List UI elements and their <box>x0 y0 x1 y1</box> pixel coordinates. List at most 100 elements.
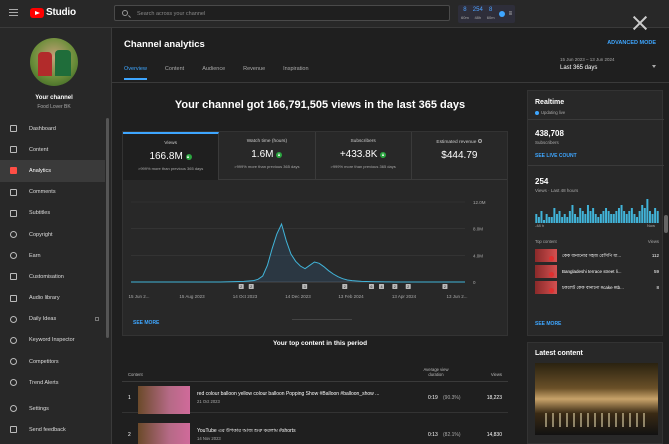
video-marker-label: 2 <box>250 285 252 289</box>
realtime-bar <box>612 214 615 223</box>
see-more-link[interactable]: SEE MORE <box>133 320 159 326</box>
views-chart-svg: 0 4.0M 8.0M 12.0M 2 2 3 2 6 4 2 2 2 15 Jun 2... 15 Aug… <box>128 200 486 299</box>
sidebar-item-competitors[interactable]: Competitors <box>0 351 105 372</box>
stat-live: 8 60m <box>486 7 495 20</box>
realtime-bar <box>561 217 564 223</box>
sidebar-item-subtitles[interactable]: Subtitles <box>0 203 105 224</box>
video-marker-label: 2 <box>407 285 409 289</box>
x-tick-label: 13 Apr 2024 <box>392 294 417 299</box>
comments-icon <box>10 188 17 196</box>
date-range-text: 15 Jun 2023 – 13 Jun 2024 <box>560 57 615 62</box>
extension-icon[interactable] <box>498 11 505 17</box>
video-marker-label: 4 <box>380 285 382 289</box>
realtime-bar <box>571 205 574 223</box>
tab-inspiration[interactable]: Inspiration <box>283 66 308 80</box>
sidebar-item-customisation[interactable]: Customisation <box>0 266 105 287</box>
list-item[interactable]: কেক বানানোর সহজ রেসিপি যা... 112 <box>535 249 659 263</box>
app-title: Studio <box>46 7 76 18</box>
youtube-logo-icon[interactable] <box>30 8 44 18</box>
sidebar-item-keyword-inspector[interactable]: Keyword Inspector <box>0 330 105 351</box>
latest-video-thumbnail[interactable] <box>535 363 658 435</box>
video-title[interactable]: YouTube এর উপকার আজ শুরু করলাম #shorts <box>197 428 407 436</box>
search-icon <box>122 10 128 16</box>
axis-end-label: Now <box>646 223 655 228</box>
sidebar-item-dashboard[interactable]: Dashboard <box>0 118 105 139</box>
sidebar-item-comments[interactable]: Comments <box>0 182 105 203</box>
search-box[interactable] <box>114 5 450 21</box>
sidebar-nav: Dashboard Content Analytics Comments Sub… <box>0 118 105 393</box>
video-thumbnail[interactable] <box>138 386 190 414</box>
metric-watch-time[interactable]: Watch time (hours) 1.6M >999% more than … <box>219 132 316 180</box>
trend-alerts-icon <box>10 379 17 387</box>
video-marker-label: 6 <box>370 285 372 289</box>
video-date: 21 Oct 2023 <box>197 399 220 404</box>
sidebar-item-feedback[interactable]: Send feedback <box>0 419 105 440</box>
tab-revenue[interactable]: Revenue <box>243 66 265 80</box>
views-chart[interactable]: 0 4.0M 8.0M 12.0M 2 2 3 2 6 4 2 2 2 15 Jun 2... 15 Aug… <box>123 180 509 310</box>
dashboard-icon <box>10 125 17 133</box>
sidebar-bottom: Settings Send feedback <box>0 398 105 440</box>
live-dot-icon <box>535 110 539 115</box>
metric-views[interactable]: Views 166.8M >999% more than previous 36… <box>123 132 220 180</box>
x-tick-label: 14 Dec 2023 <box>285 294 311 299</box>
channel-stats-widget[interactable]: 8 60m 254 48h 8 60m ≡ <box>458 5 516 23</box>
realtime-bar <box>597 217 600 223</box>
realtime-bar <box>592 208 595 223</box>
latest-content-panel: Latest content <box>527 342 663 444</box>
y-tick-label: 12.0M <box>473 200 486 205</box>
sidebar-item-audio-library[interactable]: Audio library <box>0 288 105 309</box>
video-thumbnail[interactable] <box>138 423 190 444</box>
realtime-subscribers: 438,708 <box>535 129 564 138</box>
realtime-bar <box>553 208 556 223</box>
realtime-bar <box>602 211 605 223</box>
realtime-bar <box>535 214 538 223</box>
sidebar-item-content[interactable]: Content <box>0 139 105 160</box>
list-item[interactable]: Bangladeshi terrace street li... 59 <box>535 265 659 279</box>
table-row[interactable]: 2 YouTube এর উপকার আজ শুরু করলাম #shorts… <box>122 420 508 444</box>
sidebar-item-copyright[interactable]: Copyright <box>0 224 105 245</box>
video-title[interactable]: red colour balloon yellow colour balloon… <box>197 391 407 397</box>
sidebar-scrollbar[interactable] <box>106 118 109 338</box>
arrow-up-icon <box>276 151 283 158</box>
tab-audience[interactable]: Audience <box>202 66 225 80</box>
tab-overview[interactable]: Overview <box>124 66 147 80</box>
menu-icon[interactable] <box>9 9 18 16</box>
content-icon <box>10 146 17 154</box>
realtime-bar <box>636 217 639 223</box>
top-content-title: Your top content in this period <box>272 340 368 347</box>
main-content: Channel analytics ADVANCED MODE 15 Jun 2… <box>112 28 669 444</box>
sidebar-item-analytics[interactable]: Analytics <box>0 160 105 182</box>
metric-subscribers[interactable]: Subscribers +433.8K >999% more than prev… <box>315 132 412 180</box>
sidebar-item-trend-alerts[interactable]: Trend Alerts <box>0 372 105 393</box>
realtime-bar <box>656 211 659 223</box>
search-input[interactable] <box>137 9 437 18</box>
x-tick-label: 13 Jun 2... <box>446 294 467 299</box>
channel-avatar[interactable] <box>30 38 78 86</box>
realtime-bar <box>654 208 657 223</box>
video-thumbnail <box>535 265 557 278</box>
more-menu-icon[interactable]: ≡ <box>509 11 513 17</box>
see-more-link[interactable]: SEE MORE <box>535 321 561 327</box>
realtime-bar <box>566 217 569 223</box>
series-area <box>131 224 465 282</box>
tab-content[interactable]: Content <box>165 66 184 80</box>
info-icon[interactable] <box>478 139 483 143</box>
advanced-mode-link[interactable]: ADVANCED MODE <box>607 40 656 46</box>
shorts-icon <box>549 288 554 293</box>
customisation-icon <box>10 273 17 281</box>
list-item[interactable]: চকলেট কেক বানানো #cake #tb... 8 <box>535 281 659 295</box>
date-range-selector[interactable]: 15 Jun 2023 – 13 Jun 2024 Last 365 days <box>560 57 658 71</box>
sidebar-item-daily-ideas[interactable]: Daily Ideas <box>0 309 105 330</box>
divider <box>528 165 664 166</box>
x-tick-label: 14 Oct 2023 <box>233 294 258 299</box>
divider <box>528 119 664 120</box>
realtime-bar-chart[interactable] <box>535 195 659 223</box>
shorts-icon <box>549 256 554 261</box>
table-row[interactable]: 1 red colour balloon yellow colour ballo… <box>122 383 508 414</box>
sidebar-item-earn[interactable]: Earn <box>0 245 105 266</box>
realtime-top-content-header: Top content Views <box>535 239 659 244</box>
metric-revenue[interactable]: Estimated revenue $444.79 <box>411 132 507 180</box>
video-thumbnail <box>535 281 557 294</box>
sidebar-item-settings[interactable]: Settings <box>0 398 105 419</box>
see-live-count-link[interactable]: SEE LIVE COUNT <box>535 153 577 159</box>
